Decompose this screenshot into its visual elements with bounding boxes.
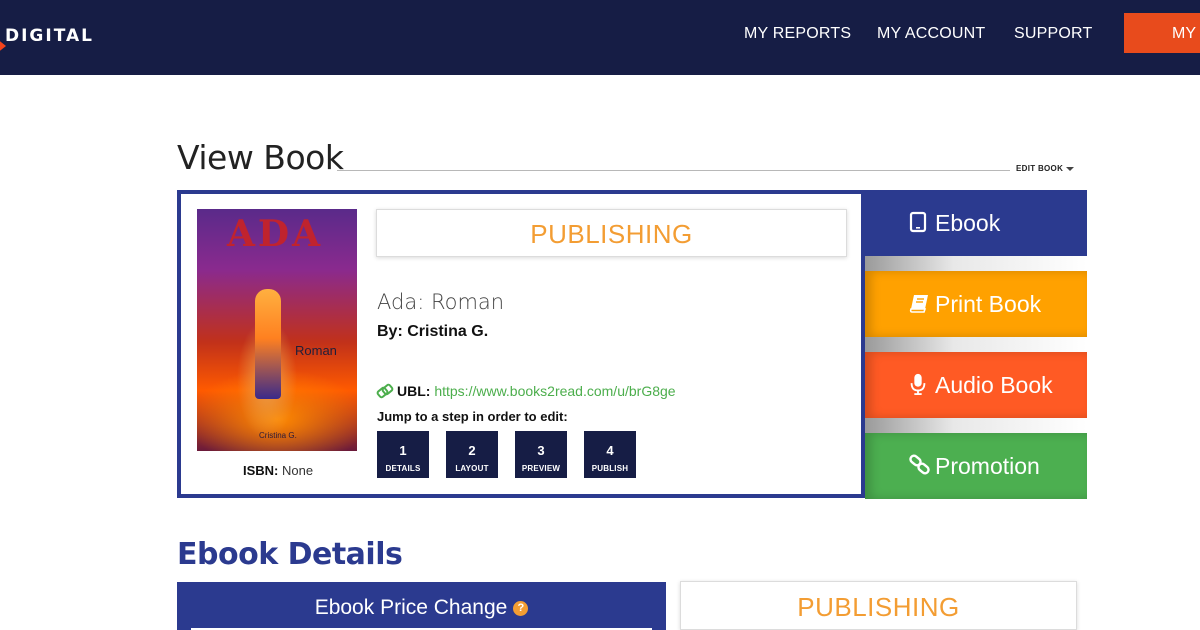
cover-author: Cristina G. [259,431,297,440]
tab-label: Print Book [935,290,1042,317]
tab-label: Audio Book [935,371,1053,398]
edit-book-label: EDIT BOOK [1016,164,1064,173]
step-number: 3 [537,443,545,458]
book-title: Ada: Roman [377,290,505,314]
tab-ebook[interactable]: Ebook [865,190,1087,256]
isbn-value: None [282,463,314,478]
step-number: 4 [606,443,614,458]
price-change-label: Ebook Price Change [314,596,508,619]
caret-down-icon [1066,166,1075,171]
cover-figure [255,289,281,399]
isbn-label: ISBN: [243,463,279,478]
tab-label: Promotion [935,452,1040,479]
help-icon[interactable]: ? [513,600,529,616]
step-layout-button[interactable]: 2 LAYOUT [446,431,498,478]
tab-promotion[interactable]: Promotion [865,433,1087,499]
ubl-row: UBL: https://www.books2read.com/u/brG8ge [377,383,676,399]
tab-gap [865,256,1087,271]
cover-title: ADA [227,213,324,255]
book-icon [909,295,928,313]
book-card: ADA Roman Cristina G. ISBN: None PUBLISH… [177,190,865,498]
jump-to-step-label: Jump to a step in order to edit: [377,409,568,424]
publishing-status-badge: PUBLISHING [376,209,847,257]
book-cover-image: ADA Roman Cristina G. [197,209,357,451]
page-title: View Book [177,138,344,177]
step-label: LAYOUT [455,464,489,473]
link-icon [909,454,930,475]
ebook-price-change-panel[interactable]: Ebook Price Change? [177,582,666,630]
nav-my-reports[interactable]: MY REPORTS [744,25,851,43]
step-label: DETAILS [385,464,421,473]
link-icon [377,387,391,397]
logo-text: DIGITAL [5,26,94,46]
step-buttons: 1 DETAILS 2 LAYOUT 3 PREVIEW 4 PUBLISH [377,431,653,478]
step-label: PREVIEW [521,464,561,473]
ubl-label: UBL: [397,383,431,399]
step-publish-button[interactable]: 4 PUBLISH [584,431,636,478]
tab-gap [865,418,1087,433]
step-number: 1 [399,443,407,458]
nav-support[interactable]: SUPPORT [1014,25,1092,43]
step-number: 2 [468,443,476,458]
cover-subtitle: Roman [295,343,337,358]
ubl-link[interactable]: https://www.books2read.com/u/brG8ge [434,383,675,399]
step-details-button[interactable]: 1 DETAILS [377,431,429,478]
ebook-status-badge: PUBLISHING [680,581,1077,630]
ebook-details-heading: Ebook Details [177,537,403,572]
title-divider [337,170,1010,171]
book-author: By: Cristina G. [377,323,489,340]
microphone-icon [910,373,926,395]
tab-audio-book[interactable]: Audio Book [865,352,1087,418]
isbn: ISBN: None [243,463,313,478]
tab-label: Ebook [935,209,1001,236]
nav-my-account[interactable]: MY ACCOUNT [877,25,985,43]
tab-gap [865,337,1087,352]
tablet-icon [909,211,927,233]
tab-print-book[interactable]: Print Book [865,271,1087,337]
step-label: PUBLISH [591,464,629,473]
top-navbar: DIGITAL MY REPORTS MY ACCOUNT SUPPORT MY… [0,0,1200,75]
step-preview-button[interactable]: 3 PREVIEW [515,431,567,478]
nav-my-books-button[interactable]: MY B [1124,13,1200,53]
edit-book-dropdown[interactable]: EDIT BOOK [1016,164,1075,173]
